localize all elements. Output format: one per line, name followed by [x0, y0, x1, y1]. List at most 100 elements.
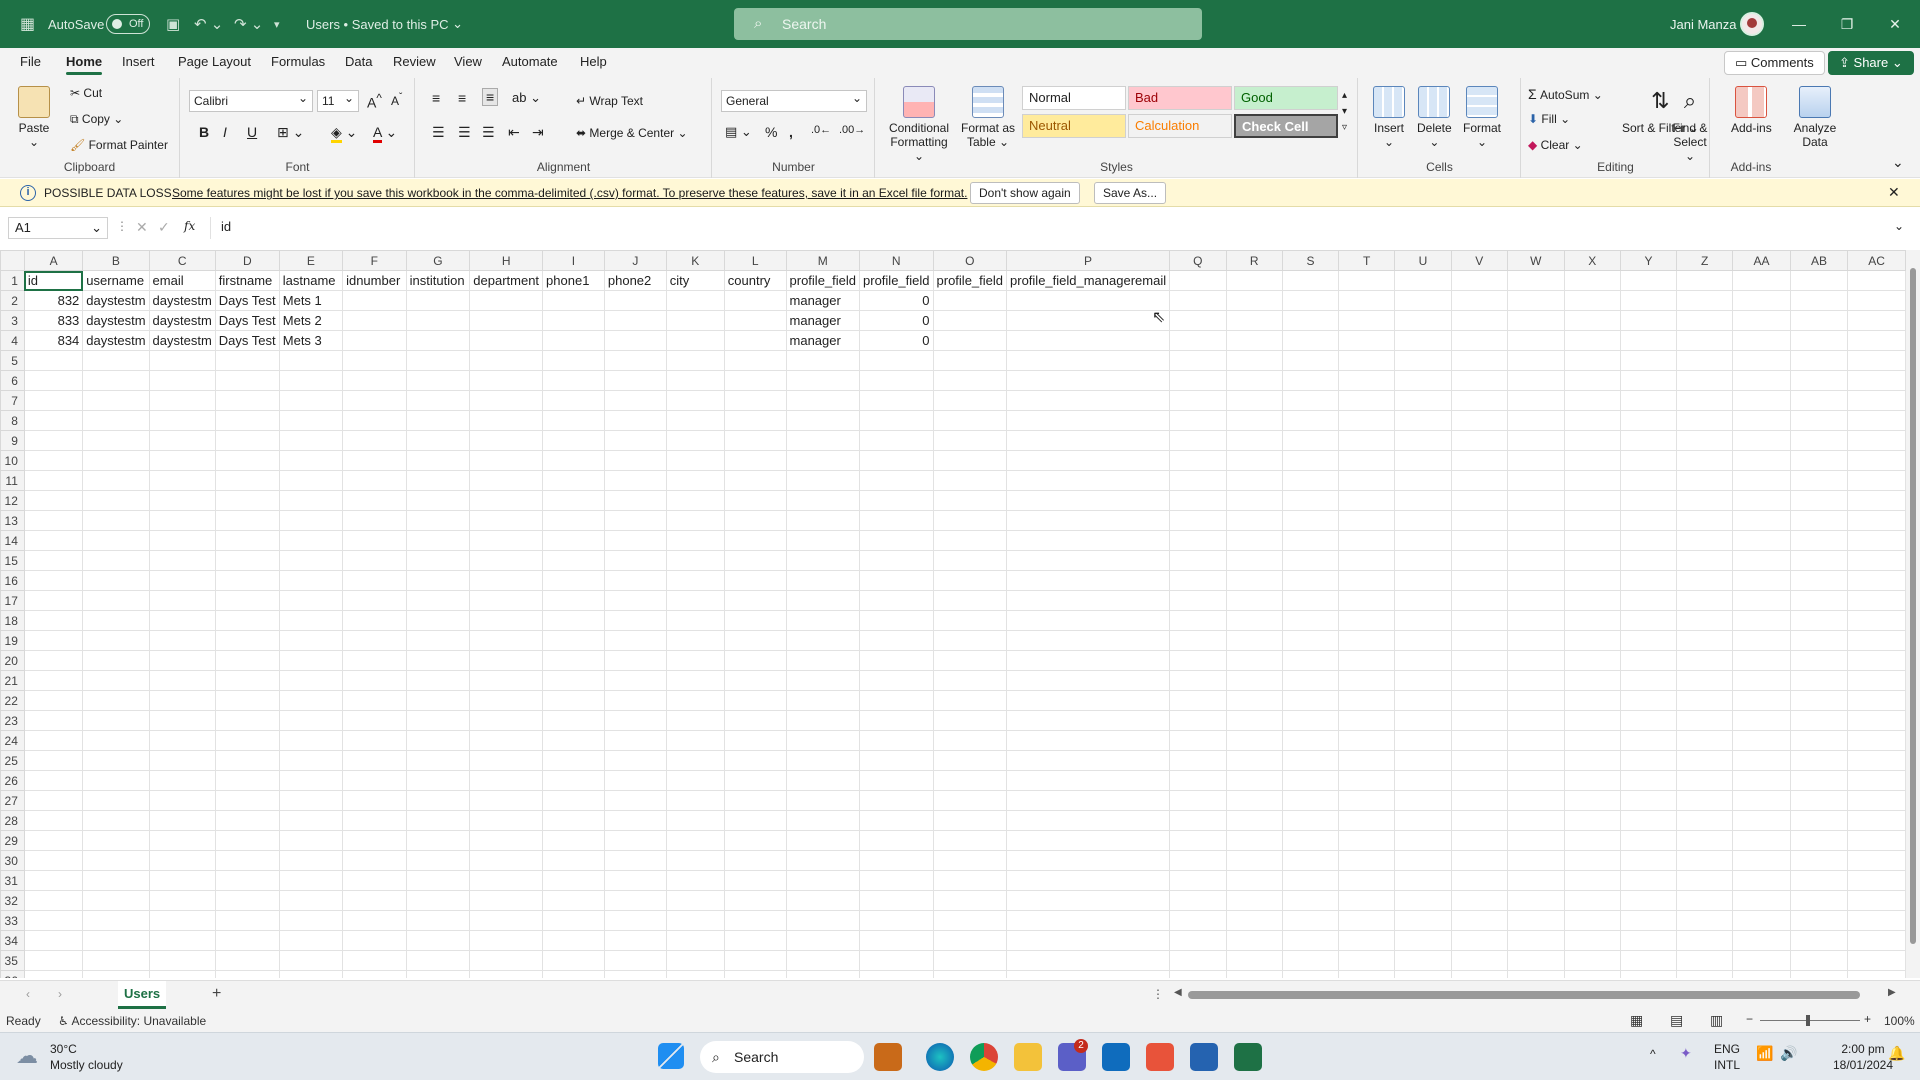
cell[interactable] [469, 630, 544, 651]
cell[interactable] [603, 690, 667, 711]
cell[interactable] [1789, 690, 1849, 711]
cell[interactable] [1281, 790, 1340, 811]
cell[interactable] [1789, 970, 1849, 978]
cell[interactable] [1506, 290, 1565, 311]
cell[interactable] [542, 950, 605, 971]
cell[interactable] [1506, 730, 1565, 751]
cell[interactable] [148, 410, 216, 431]
tab-formulas[interactable]: Formulas [271, 54, 325, 69]
redo-icon[interactable]: ↷ ⌄ [228, 0, 269, 48]
cell[interactable] [23, 430, 84, 451]
comments-button[interactable]: ▭ Comments [1724, 51, 1825, 75]
cell[interactable] [1619, 330, 1678, 351]
cell[interactable] [1619, 350, 1678, 371]
cell[interactable] [1676, 570, 1734, 591]
outlook-icon[interactable] [1102, 1043, 1130, 1071]
cell[interactable] [859, 610, 934, 631]
cell[interactable] [1619, 950, 1678, 971]
cell[interactable] [1169, 630, 1227, 651]
cell[interactable] [82, 970, 150, 978]
cell[interactable] [278, 790, 344, 811]
cell[interactable] [214, 770, 280, 791]
cell[interactable] [1225, 910, 1283, 931]
cell[interactable] [214, 490, 280, 511]
cell[interactable] [1394, 950, 1452, 971]
row-header[interactable]: 27 [0, 790, 25, 811]
cell[interactable] [1847, 830, 1906, 851]
cell[interactable] [932, 690, 1008, 711]
cell[interactable] [342, 330, 407, 351]
cell[interactable] [1563, 570, 1621, 591]
cell[interactable] [859, 430, 934, 451]
cell[interactable]: daystestm [82, 290, 150, 311]
cell[interactable] [1169, 670, 1227, 691]
enter-icon[interactable]: ✓ [158, 219, 170, 236]
cell[interactable] [82, 750, 150, 771]
cell[interactable] [405, 330, 471, 351]
row-header[interactable]: 1 [0, 270, 25, 291]
cell[interactable] [148, 850, 216, 871]
cell[interactable] [1676, 610, 1734, 631]
cell[interactable] [1789, 310, 1849, 331]
cell[interactable] [405, 470, 471, 491]
cell[interactable] [665, 610, 725, 631]
cell[interactable] [82, 470, 150, 491]
cell[interactable] [278, 470, 344, 491]
cell[interactable] [1676, 710, 1734, 731]
row-header[interactable]: 33 [0, 910, 25, 931]
cell[interactable] [469, 490, 544, 511]
row-header[interactable]: 20 [0, 650, 25, 671]
cell[interactable] [23, 950, 84, 971]
cell[interactable]: manager [785, 310, 861, 331]
autosum-button[interactable]: Σ AutoSum ⌄ [1528, 86, 1603, 102]
cell[interactable] [1506, 970, 1565, 978]
number-format-select[interactable]: General [721, 88, 867, 112]
cell[interactable] [1338, 390, 1396, 411]
cell[interactable] [603, 910, 667, 931]
cell[interactable] [148, 790, 216, 811]
borders-icon[interactable]: ⊞ ⌄ [277, 124, 304, 141]
cell[interactable] [23, 490, 84, 511]
cell[interactable] [1338, 270, 1396, 291]
cell[interactable] [1394, 590, 1452, 611]
cell[interactable] [723, 730, 787, 751]
cell[interactable] [214, 690, 280, 711]
cell[interactable] [278, 510, 344, 531]
cell[interactable] [603, 750, 667, 771]
cell[interactable]: phone2 [603, 270, 667, 291]
cell[interactable] [1506, 830, 1565, 851]
cell[interactable] [1169, 330, 1227, 351]
weather-icon[interactable]: ☁ [16, 1043, 38, 1069]
cell[interactable] [278, 770, 344, 791]
cell[interactable] [1450, 930, 1508, 951]
cell[interactable] [469, 410, 544, 431]
cell[interactable] [1619, 630, 1678, 651]
cell[interactable] [148, 490, 216, 511]
cell[interactable] [278, 670, 344, 691]
restore-icon[interactable]: ❐ [1824, 16, 1870, 33]
cell[interactable] [603, 730, 667, 751]
cell[interactable]: department [469, 270, 544, 291]
cell[interactable] [1789, 570, 1849, 591]
cell[interactable] [603, 710, 667, 731]
cell[interactable] [603, 830, 667, 851]
row-header[interactable]: 22 [0, 690, 25, 711]
cell[interactable] [82, 510, 150, 531]
cell[interactable] [665, 810, 725, 831]
cell[interactable] [542, 430, 605, 451]
cell[interactable] [214, 790, 280, 811]
cell[interactable] [214, 530, 280, 551]
cell[interactable] [405, 370, 471, 391]
cell[interactable] [214, 610, 280, 631]
cell[interactable] [785, 450, 861, 471]
cell[interactable] [1281, 650, 1340, 671]
cell[interactable] [859, 650, 934, 671]
cell[interactable] [1676, 770, 1734, 791]
cell[interactable] [1676, 550, 1734, 571]
dont-show-again-button[interactable]: Don't show again [970, 182, 1080, 204]
cell[interactable] [932, 390, 1008, 411]
cell[interactable] [1732, 390, 1791, 411]
cell[interactable] [1281, 390, 1340, 411]
cell[interactable] [1563, 770, 1621, 791]
cell[interactable] [1450, 650, 1508, 671]
